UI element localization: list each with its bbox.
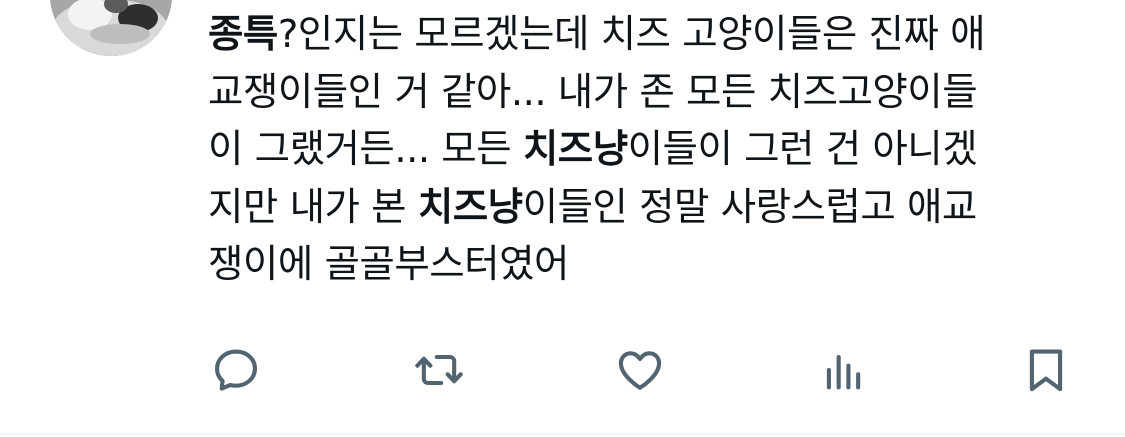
reply-icon (214, 349, 258, 391)
avatar[interactable] (50, 0, 172, 56)
text-segment: 이 그랬거든... 모든 (208, 127, 523, 172)
tweet-text-line: 교쟁이들인 거 같아... 내가 존 모든 치즈고양이들 (208, 64, 1088, 122)
highlighted-keyword: 치즈냥 (417, 184, 523, 230)
text-segment: 이들인 정말 사랑스럽고 애교 (522, 184, 978, 230)
text-segment: 교쟁이들인 거 같아... 내가 존 모든 치즈고양이들 (208, 69, 978, 115)
tweet[interactable]: 종특?인지는 모르겠는데 치즈 고양이들은 진짜 애교쟁이들인 거 같아... … (0, 0, 1125, 437)
like-button[interactable] (612, 342, 668, 398)
avatar-cat-photo (50, 0, 172, 56)
bookmark-icon (1029, 349, 1063, 392)
highlighted-keyword: 치즈냥 (522, 127, 628, 172)
tweet-text-line: 이 그랬거든... 모든 치즈냥이들이 그런 건 아니겠 (208, 121, 1088, 179)
retweet-icon (415, 354, 463, 386)
analytics-icon (826, 354, 861, 390)
reply-button[interactable] (208, 342, 264, 398)
highlighted-keyword: 종특 (208, 12, 278, 57)
tweet-text-line: 종특?인지는 모르겠는데 치즈 고양이들은 진짜 애 (208, 6, 1088, 64)
tweet-text-line: 지만 내가 본 치즈냥이들인 정말 사랑스럽고 애교 (208, 179, 1088, 237)
views-button[interactable] (815, 342, 871, 398)
heart-icon (618, 351, 662, 390)
tweet-text-line: 쟁이에 골골부스터였어 (208, 236, 1088, 294)
text-segment: 지만 내가 본 (208, 184, 418, 230)
tweet-text: 종특?인지는 모르겠는데 치즈 고양이들은 진짜 애교쟁이들인 거 같아... … (208, 6, 1088, 294)
text-segment: 이들이 그런 건 아니겠 (627, 127, 978, 172)
retweet-button[interactable] (411, 342, 467, 398)
bookmark-button[interactable] (1018, 342, 1074, 398)
text-segment: 쟁이에 골골부스터였어 (208, 242, 569, 287)
text-segment: ?인지는 모르겠는데 치즈 고양이들은 진짜 애 (277, 12, 986, 57)
action-bar (0, 342, 1125, 398)
divider (0, 433, 1125, 435)
